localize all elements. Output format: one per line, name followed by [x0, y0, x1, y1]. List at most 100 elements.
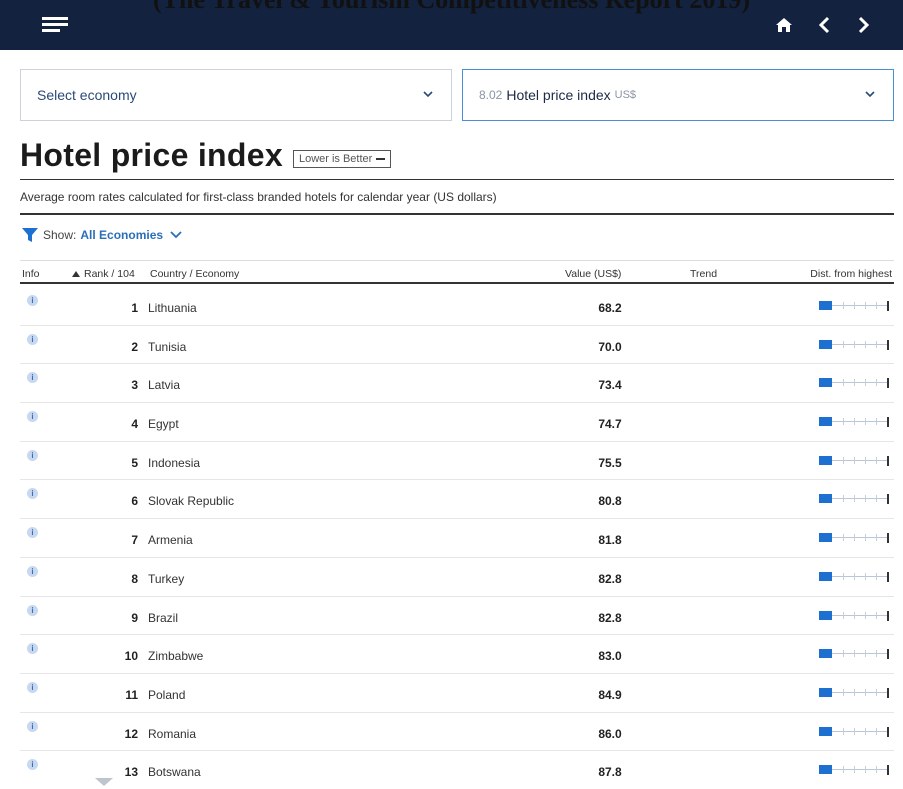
economy-filter[interactable]: Show: All Economies: [22, 228, 182, 242]
country-cell: Zimbabwe: [148, 649, 204, 664]
distance-bar: [819, 765, 889, 776]
distance-bar-end: [887, 649, 889, 660]
distance-bar-tick: [865, 650, 866, 658]
table-row[interactable]: i 5 Indonesia 75.5: [20, 442, 894, 481]
distance-bar-tick: [843, 495, 844, 503]
table-row[interactable]: i 12 Romania 86.0: [20, 713, 894, 752]
table-row[interactable]: i 7 Armenia 81.8: [20, 519, 894, 558]
info-icon[interactable]: i: [27, 411, 38, 423]
chevron-down-icon: [170, 231, 182, 239]
country-cell: Armenia: [148, 533, 193, 548]
distance-bar-tick: [865, 302, 866, 309]
header-country[interactable]: Country / Economy: [150, 268, 239, 280]
distance-bar-tick: [854, 495, 855, 503]
value-cell: 84.9: [598, 687, 622, 702]
distance-bar-fill: [819, 533, 832, 543]
distance-bar-fill: [819, 765, 832, 775]
distance-bar-end: [887, 301, 889, 311]
rank-cell: 5: [131, 455, 138, 470]
table-row[interactable]: i 10 Zimbabwe 83.0: [20, 635, 894, 674]
info-icon[interactable]: i: [27, 720, 38, 732]
table-row[interactable]: i 2 Tunisia 70.0: [20, 326, 894, 365]
distance-bar-tick: [843, 572, 844, 580]
table-row[interactable]: i 4 Egypt 74.7: [20, 403, 894, 442]
distance-bar-tick: [854, 418, 855, 426]
indicator-unit: US$: [614, 89, 637, 101]
distance-bar-track: [832, 614, 887, 616]
country-cell: Tunisia: [148, 339, 187, 354]
info-icon[interactable]: i: [27, 527, 38, 539]
country-cell: Turkey: [148, 571, 185, 586]
distance-bar-tick: [876, 572, 877, 580]
info-icon[interactable]: i: [27, 604, 38, 616]
value-cell: 87.8: [598, 765, 622, 780]
chevron-right-icon[interactable]: [853, 12, 875, 38]
info-icon[interactable]: i: [27, 681, 38, 693]
info-icon[interactable]: i: [27, 449, 38, 461]
distance-bar-track: [832, 305, 887, 306]
distance-bar: [819, 610, 889, 621]
rank-cell: 6: [131, 494, 138, 509]
distance-bar-tick: [854, 572, 855, 580]
distance-bar-end: [887, 417, 889, 428]
table-row[interactable]: i 6 Slovak Republic 80.8: [20, 480, 894, 520]
table-row[interactable]: i 3 Latvia 73.4: [20, 364, 894, 404]
table-row[interactable]: i 9 Brazil 82.8: [20, 597, 894, 636]
distance-bar-tick: [843, 688, 844, 696]
distance-bar-end: [887, 494, 889, 505]
header-rank[interactable]: Rank / 104: [72, 268, 135, 280]
distance-bar-tick: [865, 688, 866, 696]
country-cell: Botswana: [148, 765, 201, 780]
info-icon[interactable]: i: [27, 488, 38, 500]
table-row[interactable]: i 1 Lithuania 68.2: [20, 287, 894, 326]
value-cell: 68.2: [598, 301, 622, 315]
info-icon[interactable]: i: [27, 333, 38, 345]
distance-bar-tick: [854, 650, 855, 658]
distance-bar-end: [887, 455, 889, 466]
table-row[interactable]: i 11 Poland 84.9: [20, 674, 894, 713]
economy-select[interactable]: Select economy: [20, 69, 452, 121]
table-row[interactable]: i 13 Botswana 87.8: [20, 751, 894, 789]
distance-bar-track: [832, 575, 887, 577]
scroll-down-icon[interactable]: [95, 778, 113, 786]
distance-bar-tick: [843, 302, 844, 309]
distance-bar-tick: [876, 340, 877, 348]
home-icon[interactable]: [773, 12, 795, 38]
table-row[interactable]: i 8 Turkey 82.8: [20, 558, 894, 597]
distance-bar-tick: [854, 727, 855, 735]
info-icon[interactable]: i: [27, 295, 38, 306]
indicator-description: Average room rates calculated for first-…: [20, 190, 497, 204]
distance-bar-tick: [865, 418, 866, 426]
economy-select-label: Select economy: [37, 87, 137, 103]
distance-bar: [819, 687, 889, 698]
header-dist: Dist. from highest: [810, 268, 892, 280]
chevron-left-icon[interactable]: [813, 12, 835, 38]
hamburger-menu-icon[interactable]: [42, 17, 68, 33]
header-value[interactable]: Value (US$): [565, 268, 621, 280]
info-icon[interactable]: i: [27, 565, 38, 577]
info-icon[interactable]: i: [27, 643, 38, 655]
distance-bar-end: [887, 687, 889, 698]
indicator-select[interactable]: 8.02 Hotel price index US$: [462, 69, 894, 121]
header-trend: Trend: [690, 268, 718, 280]
filter-icon: [22, 228, 38, 242]
distance-bar-track: [832, 537, 887, 539]
nav-controls: [773, 12, 875, 38]
distance-bar: [819, 455, 889, 466]
info-icon[interactable]: i: [27, 759, 38, 771]
distance-bar: [819, 494, 889, 505]
filter-value: All Economies: [80, 228, 164, 242]
chevron-down-icon: [865, 91, 875, 98]
distance-bar-fill: [819, 649, 832, 659]
info-icon[interactable]: i: [27, 372, 38, 384]
distance-bar-tick: [843, 650, 844, 658]
country-cell: Lithuania: [148, 301, 197, 315]
distance-bar-end: [887, 726, 889, 737]
rank-cell: 10: [124, 649, 138, 664]
top-nav-bar: (The Travel & Tourism Competitiveness Re…: [0, 0, 903, 50]
distance-bar-fill: [819, 339, 832, 349]
distance-bar-track: [832, 730, 887, 732]
badge-label: Lower is Better: [298, 152, 373, 165]
divider: [20, 179, 894, 180]
value-cell: 86.0: [598, 726, 622, 741]
